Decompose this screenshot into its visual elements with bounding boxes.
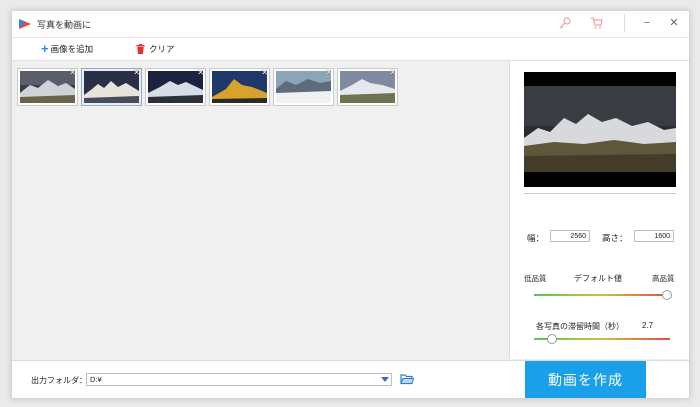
remove-thumbnail-5-icon[interactable]: ✕	[325, 68, 332, 77]
width-input[interactable]: 2560	[550, 230, 590, 242]
remove-thumbnail-3-icon[interactable]: ✕	[197, 68, 204, 77]
clear-button[interactable]: クリア	[136, 42, 175, 56]
mountain-photo-2	[84, 71, 139, 103]
remove-thumbnail-4-icon[interactable]: ✕	[261, 68, 268, 77]
thumbnail-4[interactable]: ✕	[209, 68, 270, 106]
duration-label: 各写真の滞留時間（秒）	[536, 322, 624, 331]
duration-slider-handle[interactable]	[547, 334, 557, 344]
create-video-button[interactable]: 動画を作成	[525, 361, 646, 398]
remove-thumbnail-1-icon[interactable]: ✕	[69, 68, 76, 77]
mountain-photo-5	[276, 71, 331, 103]
clear-label: クリア	[149, 44, 175, 54]
app-logo-icon	[19, 19, 31, 29]
width-label: 幅：	[527, 233, 545, 243]
trash-icon	[136, 44, 145, 54]
quality-slider-handle[interactable]	[662, 290, 672, 300]
quality-slider[interactable]	[534, 294, 670, 296]
height-input[interactable]: 1600	[634, 230, 674, 242]
title-separator	[624, 14, 625, 32]
thumbnail-6[interactable]: ✕	[337, 68, 398, 106]
thumbnail-1[interactable]: ✕	[17, 68, 78, 106]
thumbnail-2[interactable]: ✕	[81, 68, 142, 106]
close-button[interactable]: ✕	[666, 15, 682, 31]
settings-panel: 幅： 2560 高さ： 1600 低品質 デフォルト値 高品質 各写真の滞留時間…	[509, 61, 689, 359]
quality-low-label: 低品質	[524, 274, 547, 283]
output-folder-select[interactable]: D:¥	[86, 373, 392, 386]
image-list-area: ✕ ✕ ✕ ✕ ✕ ✕	[12, 61, 508, 359]
add-image-label: 画像を追加	[50, 44, 94, 54]
thumbnail-3[interactable]: ✕	[145, 68, 206, 106]
thumbnail-5[interactable]: ✕	[273, 68, 334, 106]
quality-default-label: デフォルト値	[574, 274, 622, 283]
mountain-photo-1	[20, 71, 75, 103]
mountain-photo-3	[148, 71, 203, 103]
plus-icon: +	[41, 41, 49, 56]
bottom-bar: 出力フォルダ： D:¥ 動画を作成	[12, 360, 689, 398]
duration-value: 2.7	[642, 321, 654, 330]
cart-icon[interactable]	[590, 16, 604, 30]
output-folder-label: 出力フォルダ：	[31, 376, 87, 385]
mountain-photo-4	[212, 71, 267, 103]
quality-high-label: 高品質	[652, 274, 675, 283]
remove-thumbnail-6-icon[interactable]: ✕	[389, 68, 396, 77]
title-bar: 写真を動画に − ✕	[12, 11, 689, 38]
chevron-down-icon[interactable]	[381, 377, 389, 382]
window-title: 写真を動画に	[37, 20, 92, 30]
add-image-button[interactable]: + 画像を追加	[41, 42, 93, 56]
height-label: 高さ：	[602, 233, 628, 243]
mountain-photo-6	[340, 71, 395, 103]
key-icon[interactable]	[558, 16, 572, 30]
output-folder-path: D:¥	[90, 375, 102, 384]
remove-thumbnail-2-icon[interactable]: ✕	[133, 68, 140, 77]
toolbar: + 画像を追加 クリア	[12, 38, 689, 61]
preview-divider	[524, 193, 676, 194]
preview-image	[524, 72, 676, 187]
app-window: 写真を動画に − ✕ + 画像を追加 クリア ✕ ✕ ✕ ✕ ✕ ✕ 幅： 25…	[11, 10, 690, 399]
minimize-button[interactable]: −	[639, 15, 655, 31]
folder-icon[interactable]	[400, 373, 414, 385]
